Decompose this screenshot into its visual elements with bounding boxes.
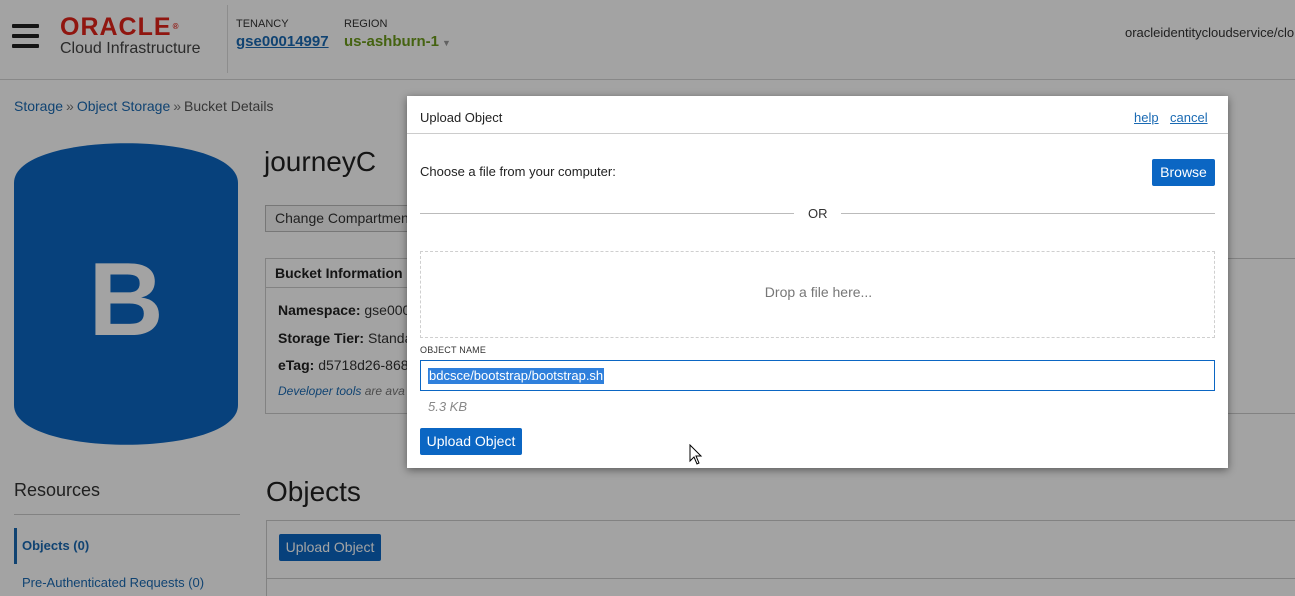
object-name-label: OBJECT NAME bbox=[420, 345, 487, 355]
upload-object-button[interactable]: Upload Object bbox=[420, 428, 522, 455]
or-divider-left bbox=[420, 213, 794, 214]
mouse-pointer-icon bbox=[689, 444, 703, 465]
help-link[interactable]: help bbox=[1134, 110, 1159, 125]
dialog-header: Upload Object help cancel bbox=[407, 96, 1228, 134]
or-text: OR bbox=[808, 206, 828, 221]
file-drop-zone[interactable]: Drop a file here... bbox=[420, 251, 1215, 338]
upload-object-dialog: Upload Object help cancel Choose a file … bbox=[407, 96, 1228, 468]
choose-file-label: Choose a file from your computer: bbox=[420, 164, 616, 179]
cancel-link[interactable]: cancel bbox=[1170, 110, 1208, 125]
object-name-value: bdcsce/bootstrap/bootstrap.sh bbox=[428, 368, 605, 384]
drop-zone-text: Drop a file here... bbox=[764, 284, 873, 300]
file-size: 5.3 KB bbox=[428, 399, 468, 414]
browse-button[interactable]: Browse bbox=[1152, 159, 1215, 186]
or-divider-right bbox=[841, 213, 1215, 214]
dialog-title: Upload Object bbox=[420, 110, 503, 125]
